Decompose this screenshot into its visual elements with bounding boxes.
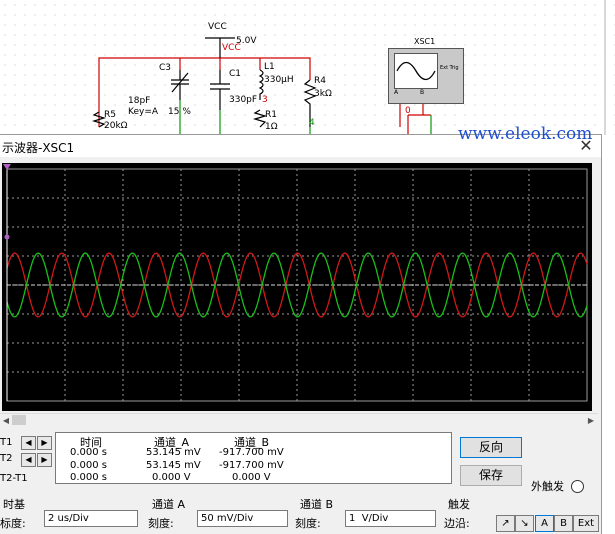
readout-t2-channel-a: 53.145 mV (146, 460, 201, 471)
scroll-right-icon[interactable]: ▶ (586, 415, 596, 426)
trigger-level-marker (4, 234, 10, 240)
vcc-label: VCC (208, 22, 227, 32)
xsc1-label: XSC1 (414, 37, 436, 46)
channel-a-scale-label: 刻度: (148, 517, 174, 530)
r1-label: R1 (265, 110, 277, 120)
trigger-rising-edge-button[interactable]: ↗ (496, 515, 515, 532)
node-3-label: 3 (262, 95, 268, 105)
trigger-source-a-button[interactable]: A (535, 515, 554, 532)
cursor-t2-t1-label: T2-T1 (0, 473, 28, 484)
channel-a-section-label: 通道 A (152, 498, 186, 511)
trigger-source-ext-button[interactable]: Ext (573, 515, 599, 532)
r5-label: R5 (104, 110, 116, 120)
measurement-readout: 时间 通道_A 通道_B 0.000 s 53.145 mV -917.700 … (55, 432, 452, 484)
node-4-label: 4 (309, 118, 315, 128)
trigger-section-label: 触发 (448, 498, 470, 511)
save-button[interactable]: 保存 (460, 465, 522, 486)
watermark-text: www.eleok.com (458, 124, 593, 144)
trigger-source-b-button[interactable]: B (554, 515, 573, 532)
channel-b-scale-label: 刻度: (295, 517, 321, 530)
readout-t2-time: 0.000 s (70, 460, 108, 471)
pin-b-label: B (420, 89, 425, 96)
timebase-section-label: 时基 (3, 498, 25, 511)
ext-trig-label: Ext Trig (440, 65, 459, 71)
channel-a-scale-input[interactable] (197, 510, 288, 527)
readout-t1-time: 0.000 s (70, 447, 108, 458)
scope-display (3, 164, 588, 402)
l1-value: 330µH (264, 75, 294, 85)
c3-label: C3 (159, 63, 172, 73)
t1-right-button[interactable]: ▶ (37, 436, 52, 450)
r4-value: 3kΩ (314, 89, 332, 99)
t2-left-button[interactable]: ◀ (21, 453, 36, 467)
cursor-t1-label: T1 (0, 437, 13, 448)
pin-a-label: A (394, 89, 399, 96)
readout-delta-channel-b: 0.000 V (232, 472, 271, 483)
r1-value: 1Ω (265, 122, 278, 132)
sine-wave-icon (396, 61, 436, 81)
trigger-falling-edge-button[interactable]: ↘ (515, 515, 534, 532)
external-trigger-label: 外触发 (531, 480, 564, 493)
oscilloscope-screen[interactable] (2, 163, 592, 411)
horizontal-scrollbar[interactable]: ◀ ▶ (0, 413, 598, 427)
l1-label: L1 (264, 62, 275, 72)
schematic-wires (91, 0, 606, 135)
schematic-canvas[interactable]: VCC 5.0V VCC C3 18pF Key=A 15 % C1 330pF… (0, 0, 615, 135)
c3-key: Key=A (128, 107, 159, 117)
r5-value: 20kΩ (104, 121, 128, 131)
t2-right-button[interactable]: ▶ (37, 453, 52, 467)
oscilloscope-instrument-icon[interactable]: Ext Trig A B (388, 48, 464, 104)
cursor-t2-label: T2 (0, 453, 13, 464)
readout-t2-channel-b: -917.700 mV (219, 460, 284, 471)
readout-t1-channel-a: 53.145 mV (146, 447, 201, 458)
channel-b-scale-input[interactable] (345, 510, 436, 527)
oscilloscope-window: 示波器-XSC1 ✕ ◀ ▶ T1 ◀ ▶ T2 ◀ ▶ T2-T1 时间 通道… (0, 134, 602, 534)
scrollbar-thumb[interactable] (12, 415, 26, 425)
trigger-edge-label: 边沿: (444, 517, 470, 530)
readout-delta-time: 0.000 s (70, 472, 108, 483)
node-0-label: 0 (405, 106, 411, 116)
t1-left-button[interactable]: ◀ (21, 436, 36, 450)
channel-b-section-label: 通道 B (300, 498, 334, 511)
c3-percent: 15 % (168, 107, 191, 117)
c1-value: 330pF (229, 95, 258, 105)
window-title: 示波器-XSC1 (2, 141, 75, 155)
r4-label: R4 (314, 76, 326, 86)
c1-label: C1 (229, 69, 242, 79)
scroll-left-icon[interactable]: ◀ (1, 415, 11, 426)
instrument-screen (394, 53, 438, 89)
c3-value: 18pF (128, 96, 151, 106)
reverse-button[interactable]: 反向 (460, 437, 522, 458)
readout-t1-channel-b: -917.700 mV (219, 447, 284, 458)
vcc-net-label: VCC (222, 43, 241, 53)
timebase-scale-label: 标度: (0, 517, 26, 530)
timebase-scale-input[interactable] (44, 510, 138, 527)
external-trigger-radio[interactable] (571, 480, 584, 493)
readout-delta-channel-a: 0.000 V (152, 472, 191, 483)
